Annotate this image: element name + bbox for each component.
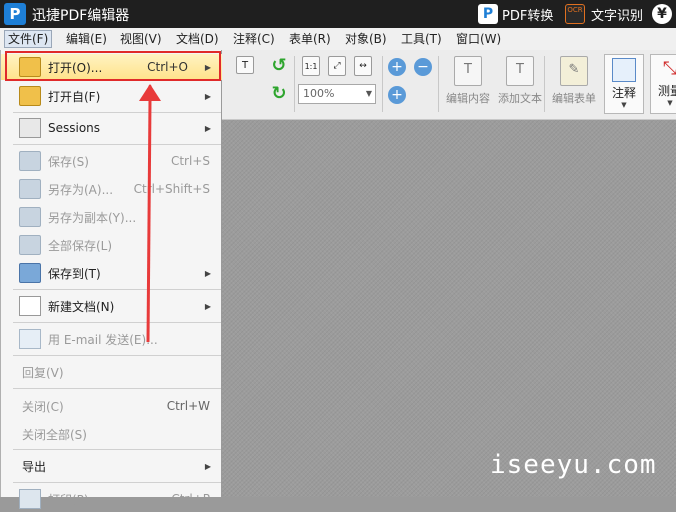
annotation-arrow: [139, 84, 161, 343]
